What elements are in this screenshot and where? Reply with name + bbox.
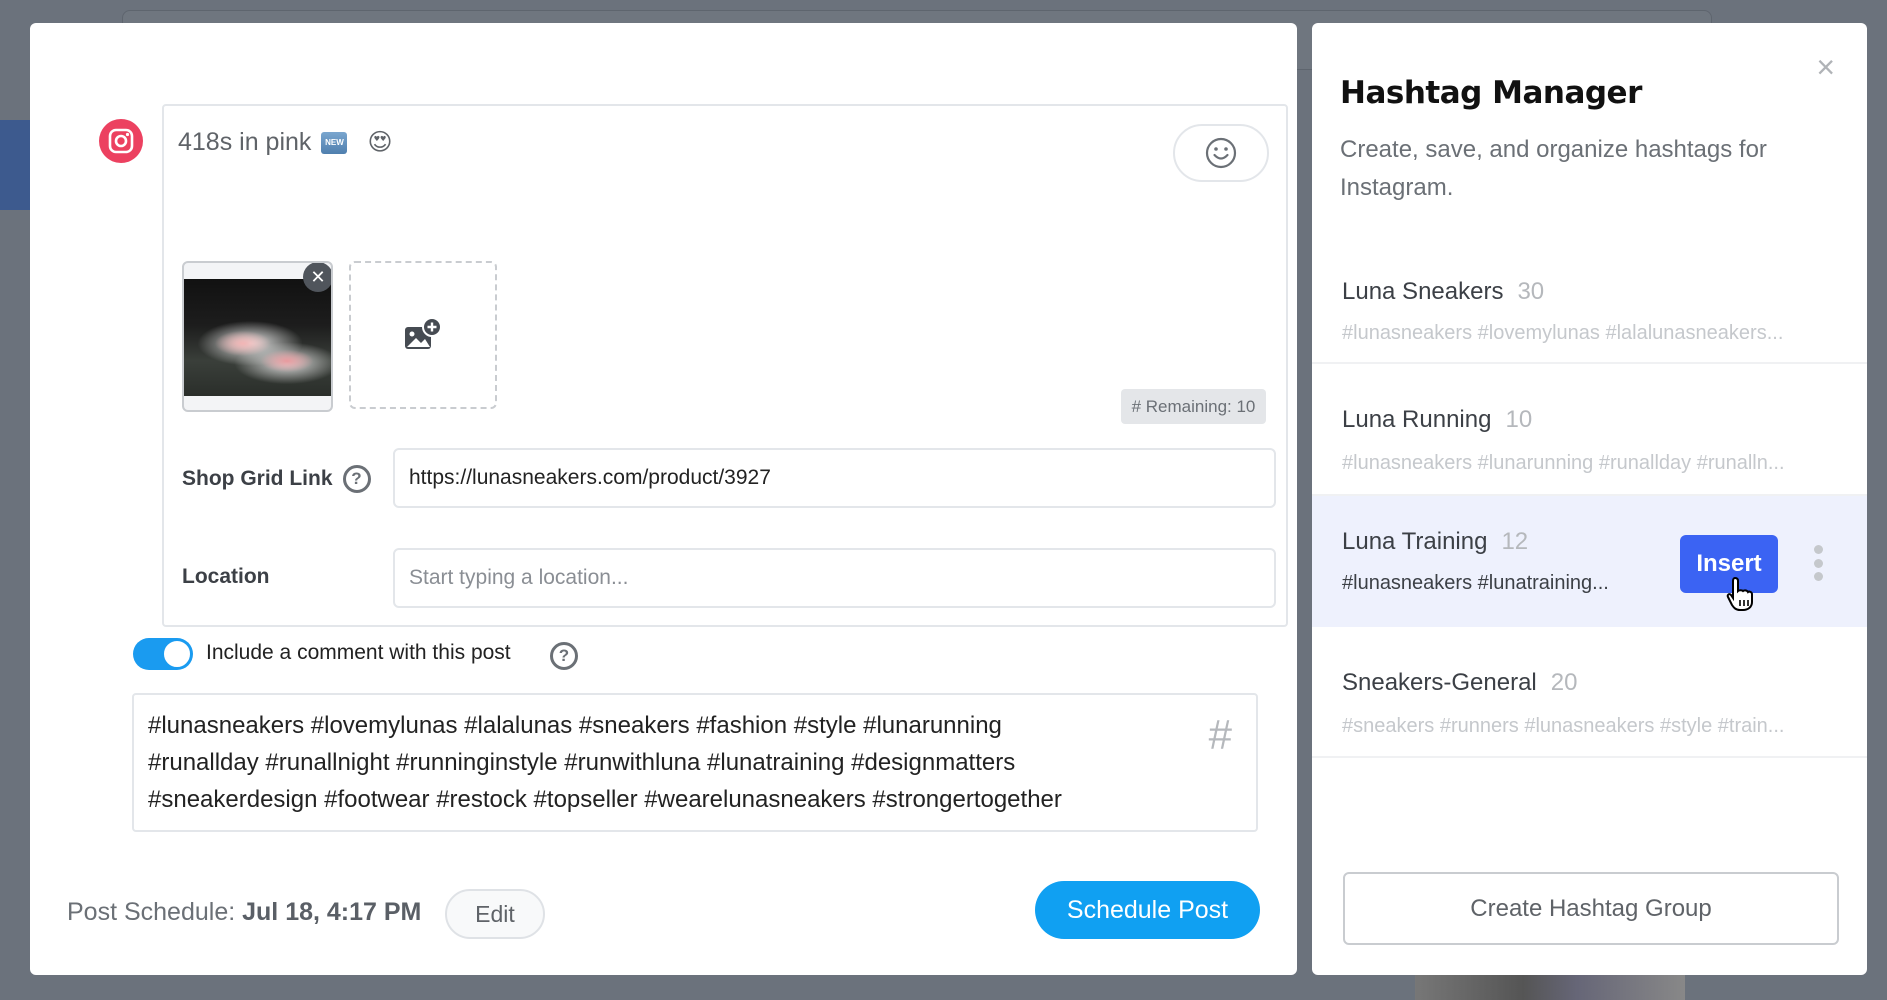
hand-cursor-icon [1726, 576, 1753, 611]
group-name: Sneakers-General 20 [1342, 669, 1577, 697]
hashtags-remaining-badge: # Remaining: 10 [1121, 389, 1266, 424]
instagram-icon [99, 119, 143, 163]
hashtag-group-row[interactable]: Luna Running 10 #lunasneakers #lunarunnin… [1312, 364, 1867, 496]
post-schedule-prefix: Post Schedule: [67, 898, 236, 926]
group-preview: #lunasneakers #lovemylunas #lalalunasnea… [1342, 322, 1784, 344]
group-name: Luna Training 12 [1342, 528, 1528, 556]
panel-title: Hashtag Manager [1340, 75, 1642, 111]
group-preview: #lunasneakers #lunatraining... [1342, 572, 1609, 594]
media-thumbnail[interactable]: ✕ [182, 261, 333, 412]
first-comment-text[interactable]: #lunasneakers #lovemylunas #lalalunas #s… [148, 707, 1148, 818]
group-name: Luna Running 10 [1342, 406, 1532, 434]
group-name-text: Luna Training [1342, 528, 1488, 555]
post-schedule: Post Schedule: Jul 18, 4:17 PM [67, 898, 421, 927]
hashtag-group-row[interactable]: Luna Sneakers 30 #lunasneakers #lovemylun… [1312, 240, 1867, 364]
caption-value: 418s in pink [178, 128, 312, 156]
hashtag-manager-panel: × Hashtag Manager Create, save, and orga… [1312, 23, 1867, 975]
new-emoji: NEW [321, 131, 348, 154]
add-image-icon [405, 317, 442, 349]
include-comment-label: Include a comment with this post [206, 641, 511, 664]
comment-line: #sneakerdesign #footwear #restock #topse… [148, 786, 1062, 813]
include-comment-toggle[interactable] [133, 638, 193, 670]
schedule-post-button[interactable]: Schedule Post [1035, 881, 1260, 939]
shop-grid-link-label: Shop Grid Link ? [182, 465, 371, 493]
group-name-text: Sneakers-General [1342, 669, 1537, 696]
caption-editor[interactable]: 418s in pink NEW 😍 ✕ # Remaining: 10 Sho… [162, 104, 1288, 627]
location-input[interactable]: Start typing a location... [393, 548, 1276, 608]
remove-media-button[interactable]: ✕ [303, 263, 331, 292]
first-comment-editor[interactable]: #lunasneakers #lovemylunas #lalalunas #s… [132, 693, 1258, 832]
toggle-knob [162, 639, 192, 669]
group-name-text: Luna Running [1342, 406, 1492, 433]
comment-line: #runallday #runallnight #runninginstyle … [148, 749, 1016, 776]
more-options-icon[interactable] [1812, 545, 1824, 581]
heart-eyes-emoji: 😍 [367, 129, 393, 156]
location-label: Location [182, 565, 270, 588]
comment-line: #lunasneakers #lovemylunas #lalalunas #s… [148, 712, 1002, 739]
hashtag-group-row-hovered[interactable]: Luna Training 12 #lunasneakers #lunatrain… [1312, 496, 1867, 627]
group-count: 10 [1505, 406, 1533, 433]
hashtag-manager-button[interactable]: # [1209, 711, 1232, 759]
group-preview: #lunasneakers #lunarunning #runallday #r… [1342, 452, 1785, 474]
create-hashtag-group-button[interactable]: Create Hashtag Group [1343, 872, 1839, 945]
group-preview: #sneakers #runners #lunasneakers #style … [1342, 715, 1785, 737]
help-icon[interactable]: ? [342, 465, 371, 493]
group-count: 30 [1517, 278, 1545, 305]
post-schedule-value: Jul 18, 4:17 PM [242, 898, 422, 926]
emoji-picker-button[interactable] [1173, 124, 1269, 182]
shop-grid-link-label-text: Shop Grid Link [182, 467, 333, 490]
close-icon: ✕ [310, 266, 326, 287]
group-name-text: Luna Sneakers [1342, 278, 1504, 305]
panel-description: Create, save, and organize hashtags for … [1340, 136, 1767, 201]
background-photo [1415, 975, 1685, 1000]
post-composer-modal: 418s in pink NEW 😍 ✕ # Remaining: 10 Sho… [30, 23, 1297, 975]
edit-schedule-button[interactable]: Edit [445, 889, 545, 939]
shop-grid-link-input[interactable]: https://lunasneakers.com/product/3927 [393, 448, 1276, 508]
sneaker-image [184, 279, 331, 396]
help-icon[interactable]: ? [550, 642, 578, 670]
caption-text[interactable]: 418s in pink NEW 😍 [178, 128, 392, 157]
close-icon[interactable]: × [1816, 51, 1835, 83]
group-count: 12 [1501, 528, 1529, 555]
add-media-button[interactable] [349, 261, 497, 409]
smiley-icon [1205, 137, 1237, 169]
group-name: Luna Sneakers 30 [1342, 278, 1544, 306]
hashtag-group-row[interactable]: Sneakers-General 20 #sneakers #runners #l… [1312, 627, 1867, 758]
background-sidebar-tab [0, 120, 30, 210]
group-count: 20 [1550, 669, 1578, 696]
